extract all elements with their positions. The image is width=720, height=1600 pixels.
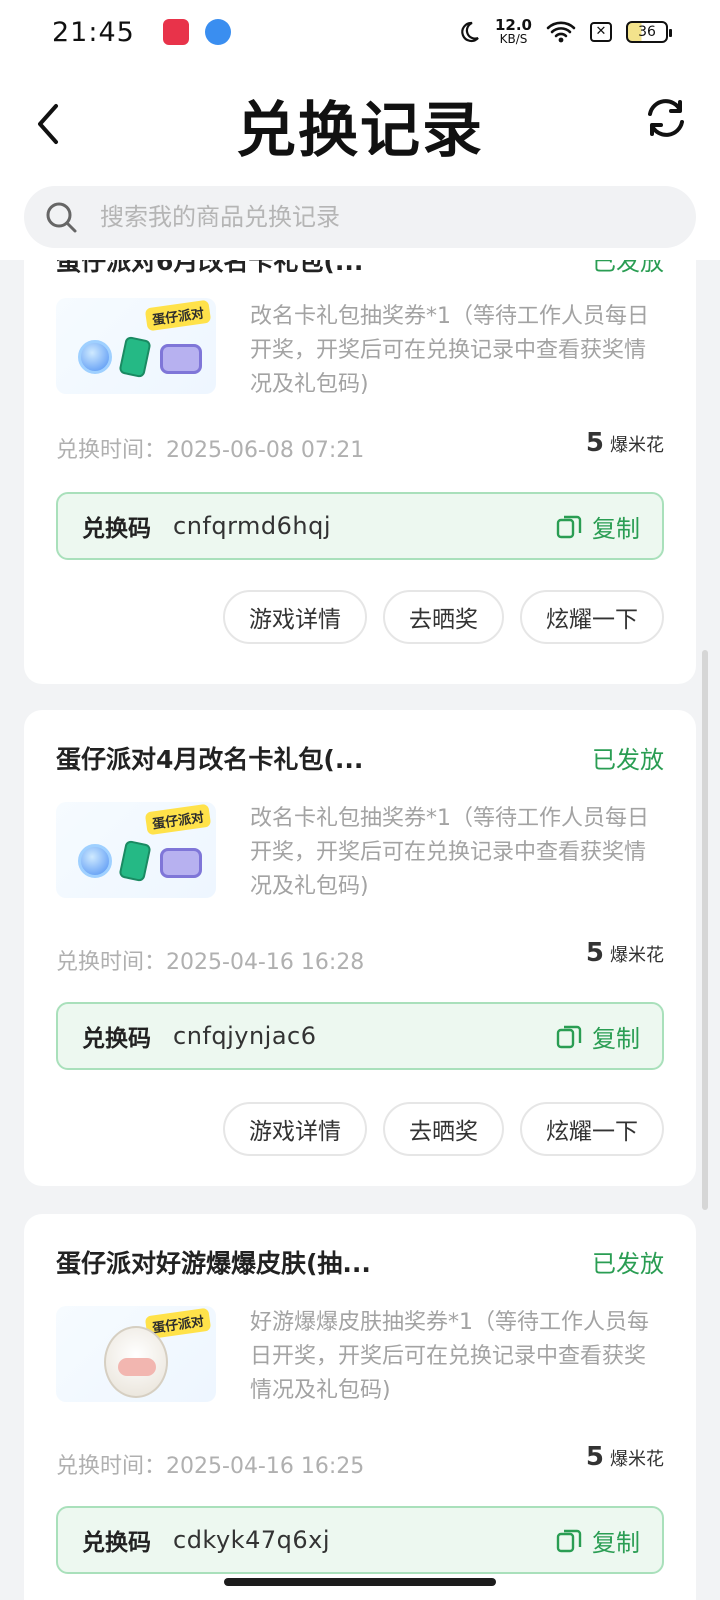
redeem-code-box: 兑换码 cdkyk47q6xj 复制	[56, 1506, 664, 1574]
search-input[interactable]	[100, 203, 660, 231]
show-off-button[interactable]: 炫耀一下	[520, 590, 664, 644]
refresh-icon[interactable]	[642, 94, 690, 142]
code-label: 兑换码	[82, 1026, 151, 1052]
redeem-code-box: 兑换码 cnfqjynjac6 复制	[56, 1002, 664, 1070]
record-points: 5 爆米花	[585, 1442, 664, 1472]
record-card: 蛋仔派对好游爆爆皮肤(抽... 已发放 蛋仔派对 好游爆爆皮肤抽奖券*1（等待工…	[24, 1214, 696, 1600]
camera-icon	[160, 848, 202, 878]
thumbnail-tag: 蛋仔派对	[144, 299, 212, 332]
page-title: 兑换记录	[236, 96, 484, 166]
status-time: 21:45	[52, 16, 135, 48]
record-title[interactable]: 蛋仔派对4月改名卡礼包(...	[56, 740, 496, 776]
record-description: 改名卡礼包抽奖券*1（等待工作人员每日开奖，开奖后可在兑换记录中查看获奖情况及礼…	[250, 806, 649, 899]
home-indicator[interactable]	[224, 1578, 496, 1586]
record-actions: 游戏详情 去晒奖 炫耀一下	[223, 1102, 664, 1156]
record-time: 兑换时间：2025-04-16 16:25	[56, 1454, 365, 1479]
thumbnail-tag: 蛋仔派对	[144, 803, 212, 836]
copy-icon	[556, 1025, 582, 1049]
wifi-icon	[546, 21, 576, 43]
scrollbar[interactable]	[702, 650, 708, 1210]
record-description: 好游爆爆皮肤抽奖券*1（等待工作人员每日开奖，开奖后可在兑换记录中查看获奖情况及…	[250, 1310, 649, 1403]
search-bar[interactable]	[24, 186, 696, 248]
show-off-button[interactable]: 炫耀一下	[520, 1102, 664, 1156]
record-points: 5 爆米花	[585, 428, 664, 458]
code-value: cdkyk47q6xj	[173, 1526, 330, 1554]
record-thumbnail[interactable]: 蛋仔派对	[56, 298, 216, 394]
record-card: 蛋仔派对4月改名卡礼包(... 已发放 蛋仔派对 改名卡礼包抽奖券*1（等待工作…	[24, 710, 696, 1186]
camera-icon	[160, 344, 202, 374]
code-value: cnfqjynjac6	[173, 1022, 317, 1050]
record-status: 已发放	[592, 1250, 664, 1278]
record-thumbnail[interactable]: 蛋仔派对	[56, 1306, 216, 1402]
code-label: 兑换码	[82, 1530, 151, 1556]
game-detail-button[interactable]: 游戏详情	[223, 590, 367, 644]
code-label: 兑换码	[82, 516, 151, 542]
sheep-skin-icon	[104, 1326, 168, 1398]
record-actions: 游戏详情 去晒奖 炫耀一下	[223, 590, 664, 644]
show-prize-button[interactable]: 去晒奖	[383, 1102, 504, 1156]
gem-icon	[78, 844, 112, 878]
copy-button[interactable]: 复制	[556, 1523, 640, 1558]
record-status: 已发放	[592, 746, 664, 774]
redeem-code-box: 兑换码 cnfqrmd6hqj 复制	[56, 492, 664, 560]
record-title[interactable]: 蛋仔派对好游爆爆皮肤(抽...	[56, 1244, 496, 1280]
record-thumbnail[interactable]: 蛋仔派对	[56, 802, 216, 898]
status-indicators: 12.0 KB/S ✕ 36	[457, 16, 672, 47]
record-time: 兑换时间：2025-06-08 07:21	[56, 438, 365, 463]
copy-icon	[556, 515, 582, 539]
copy-icon	[556, 1529, 582, 1553]
search-icon	[46, 202, 77, 233]
game-detail-button[interactable]: 游戏详情	[223, 1102, 367, 1156]
record-time: 兑换时间：2025-04-16 16:28	[56, 950, 365, 975]
box-x-icon: ✕	[590, 22, 612, 42]
copy-button[interactable]: 复制	[556, 1019, 640, 1054]
record-description: 改名卡礼包抽奖券*1（等待工作人员每日开奖，开奖后可在兑换记录中查看获奖情况及礼…	[250, 304, 649, 397]
app-video-icon	[162, 19, 189, 45]
code-value: cnfqrmd6hqj	[173, 512, 332, 540]
show-prize-button[interactable]: 去晒奖	[383, 590, 504, 644]
app-browser-icon	[204, 19, 231, 45]
name-card-icon	[118, 839, 152, 883]
name-card-icon	[118, 335, 152, 379]
gem-icon	[78, 340, 112, 374]
copy-button[interactable]: 复制	[556, 509, 640, 544]
record-points: 5 爆米花	[585, 938, 664, 968]
page-header: 兑换记录	[0, 64, 720, 260]
moon-icon	[461, 21, 479, 43]
record-card: 蛋仔派对6月改名卡礼包(... 已发放 蛋仔派对 改名卡礼包抽奖券*1（等待工作…	[24, 222, 696, 684]
battery-icon: 36	[626, 21, 672, 43]
network-speed: 12.0 KB/S	[494, 16, 532, 47]
status-bar: 21:45 12.0 KB/S ✕ 36	[0, 0, 720, 64]
